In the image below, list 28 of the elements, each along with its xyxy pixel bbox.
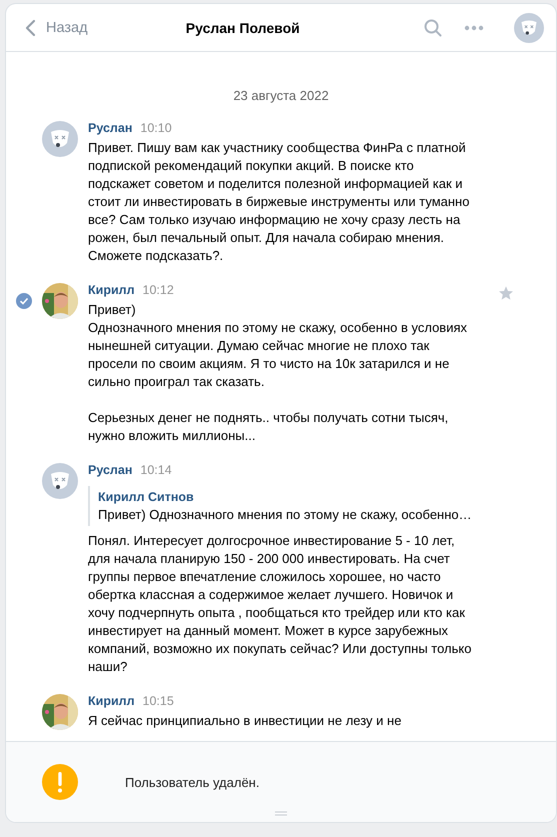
date-separator: 23 августа 2022 [233, 88, 329, 103]
message-text: Привет. Пишу вам как участнику сообщества ФинРа с платной подпиской рекомендаций покупки акций. В поиске кто подскажет советом и поделится полезной информацией как и стоит ли инвестировать в биржевые инструменты или туманно все? Сам только изучаю информацию не хочу сразу лесть на рожен, был печальный опыт. Для начала собираю мнения. Сможете подсказать?. [88, 139, 470, 265]
notice-text: Пользователь удалён. [125, 774, 260, 790]
star-icon[interactable] [498, 285, 514, 301]
message-text: Привет) Однозначного мнения по этому не скажу, особенно в условиях нынешней ситуации. Думаю сейчас многие не плохо так просели по своим акциям. Я то чисто на 10к затарился и не сильно проиграл так сказать. Серьезных денег не поднять.. чтобы получать сотни тысяч, нужно вложить миллионы... [88, 301, 468, 445]
avatar-icon[interactable] [42, 463, 78, 499]
message-time: 10:12 [142, 283, 174, 297]
message-time: 10:15 [142, 694, 174, 708]
search-icon[interactable] [424, 18, 442, 36]
message-text: Понял. Интересует долгосрочное инвестирование 5 - 10 лет, для начала планирую 150 - 200 000 инвестировать. На счет группы первое впечатление сложилось хорошее, но часто обертка классная а содержимое желает лучшего. Новичок и хочу подчерпнуть опыта , пообщаться кто трейдер или кто как инвестирует на данный момент. Может в курсе зарубежных компаний, возможно их покупать сейчас? Или доступны только наши? [88, 532, 472, 676]
author-name[interactable]: Руслан [88, 463, 132, 477]
check-icon[interactable] [16, 293, 32, 309]
avatar-icon[interactable] [514, 12, 544, 42]
quote-author: Кирилл Ситнов [98, 489, 195, 506]
message-text: Я сейчас принципиально в инвестиции не лезу и не [88, 712, 402, 730]
author-name[interactable]: Кирилл [88, 283, 135, 297]
reply-quote[interactable]: Кирилл Ситнов Привет) Однозначного мнения по этому не скажу, особенно… [88, 486, 480, 526]
warning-icon [42, 764, 78, 800]
message-time: 10:14 [140, 463, 172, 477]
message-time: 10:10 [140, 121, 172, 135]
resize-handle-icon[interactable] [275, 811, 287, 816]
more-icon[interactable] [464, 24, 484, 30]
author-name[interactable]: Кирилл [88, 694, 135, 708]
quote-text: Привет) Однозначного мнения по этому не скажу, особенно… [98, 506, 473, 524]
message[interactable]: Кирилл 10:15 Я сейчас принципиально в инвестиции не лезу и не [6, 694, 556, 730]
author-name[interactable]: Руслан [88, 121, 132, 135]
avatar-icon[interactable] [42, 121, 78, 157]
chat-title: Руслан Полевой [184, 20, 301, 36]
